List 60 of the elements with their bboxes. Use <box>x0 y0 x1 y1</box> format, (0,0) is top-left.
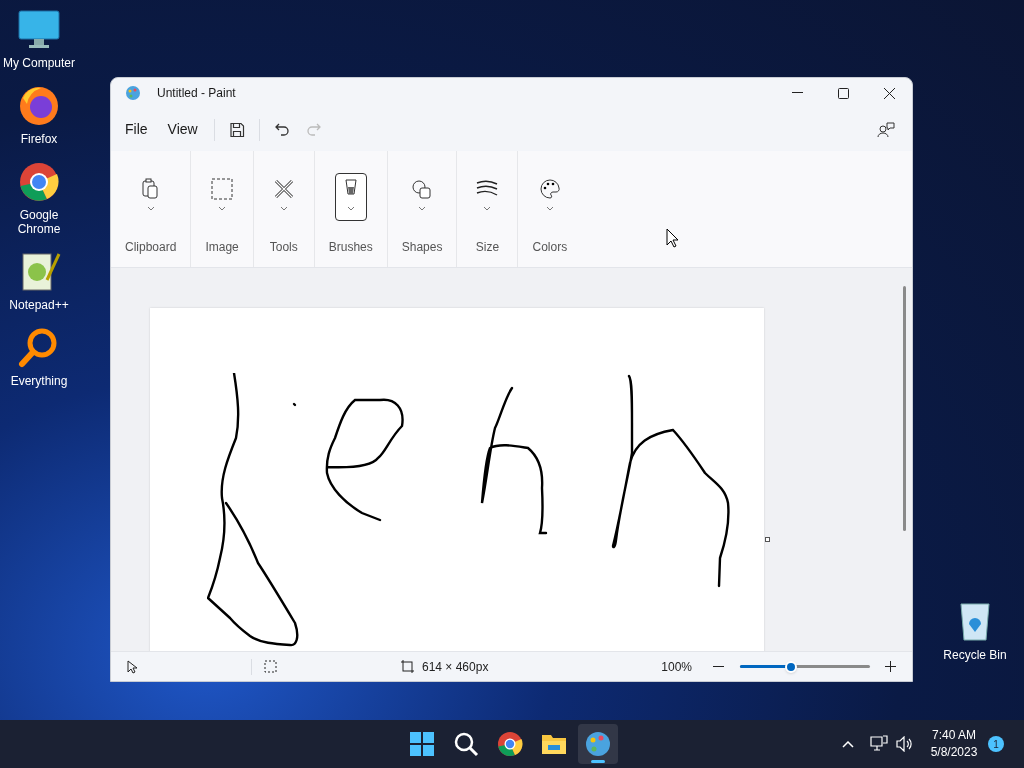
maximize-icon <box>837 87 849 99</box>
undo-icon <box>273 121 290 138</box>
menu-item[interactable]: View <box>157 113 208 146</box>
chevron-down-icon <box>279 206 288 211</box>
close-icon <box>883 87 895 99</box>
zoom-in-button[interactable] <box>882 658 898 675</box>
search-icon <box>452 730 480 758</box>
clock-time[interactable]: 7:40 AM <box>932 727 976 744</box>
minus-icon <box>712 665 724 668</box>
network-icon[interactable] <box>870 735 888 752</box>
palette-icon <box>538 178 561 200</box>
browser-circle-icon <box>17 160 61 204</box>
browser-circle-icon <box>496 730 524 758</box>
chevron-down-icon <box>146 206 155 211</box>
desktop-shortcut[interactable]: Everything <box>0 326 78 388</box>
desktop-shortcut[interactable]: Google Chrome <box>0 160 78 236</box>
resize-handle[interactable] <box>765 537 770 542</box>
canvas-size: 614 × 460px <box>422 658 489 676</box>
desktop-shortcut[interactable]: Firefox <box>0 84 78 146</box>
canvas-size-icon <box>401 660 414 673</box>
volume-icon[interactable] <box>896 736 914 752</box>
ribbon-group-label: Size <box>475 239 500 256</box>
pointer-icon <box>127 659 139 674</box>
zoom-percent: 100% <box>661 658 692 676</box>
people-icon <box>877 120 895 139</box>
clock-date[interactable]: 5/8/2023 <box>930 744 978 761</box>
shapes-icon <box>411 178 434 200</box>
ribbon-group-label: Brushes <box>328 239 373 256</box>
dashed-rectangle-icon <box>211 178 234 200</box>
chevron-down-icon <box>418 206 427 211</box>
ribbon-group-label: Shapes <box>401 239 443 256</box>
ribbon-group-label: Clipboard <box>125 239 177 256</box>
mouse-cursor-icon <box>666 228 679 248</box>
taskbar-app-button[interactable] <box>578 724 618 764</box>
menu-item[interactable]: File <box>115 113 158 146</box>
minimize-icon <box>791 92 803 94</box>
zoom-slider-thumb[interactable] <box>784 660 797 673</box>
desktop-shortcut[interactable]: Notepad++ <box>0 250 78 312</box>
redo-icon <box>305 121 322 138</box>
notification-badge[interactable]: 1 <box>988 736 1004 752</box>
vertical-scrollbar[interactable] <box>903 286 906 531</box>
chevron-down-icon <box>346 206 355 211</box>
desktop-shortcut[interactable]: My Computer <box>0 8 78 70</box>
window-title: Untitled - Paint <box>157 85 236 102</box>
selection-icon <box>264 660 277 673</box>
palette-icon <box>584 730 612 758</box>
ribbon-group-label: Tools <box>269 239 298 256</box>
palette-icon <box>125 85 141 101</box>
plus-icon <box>884 661 896 672</box>
chevron-up-icon <box>842 740 854 748</box>
recycle-bin-shortcut[interactable]: Recycle Bin <box>940 598 1010 664</box>
chevron-down-icon <box>483 206 492 211</box>
ribbon-group-label: Image <box>205 239 239 256</box>
chevron-down-icon <box>218 206 227 211</box>
ribbon-button[interactable] <box>334 173 367 221</box>
ribbon-group-label: Colors <box>532 239 568 256</box>
chevron-down-icon <box>545 206 554 211</box>
save-icon <box>228 121 245 138</box>
start-grid-icon <box>408 730 436 758</box>
zoom-slider[interactable] <box>740 659 870 674</box>
